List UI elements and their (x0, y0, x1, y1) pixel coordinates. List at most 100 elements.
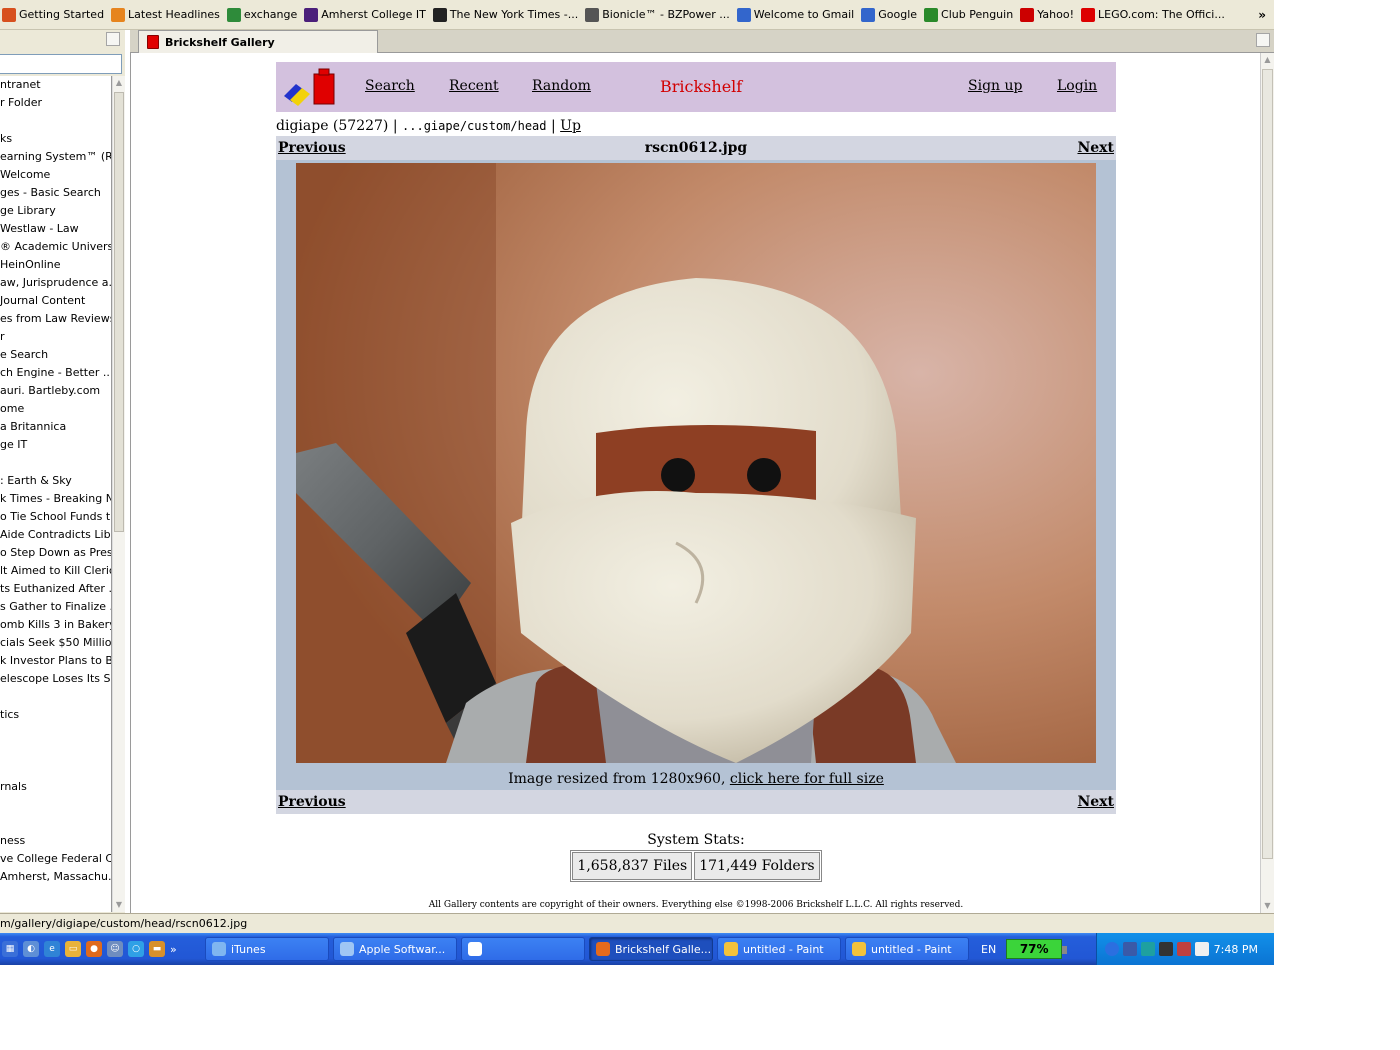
network-icon[interactable] (1123, 942, 1137, 956)
breadcrumb-up-link[interactable]: Up (560, 118, 581, 134)
sidebar-bookmark-item[interactable]: ge Library (0, 202, 111, 220)
bookmark-item[interactable]: Google (859, 4, 922, 26)
battery-meter[interactable]: 77% (1006, 939, 1068, 959)
security-icon[interactable] (1159, 942, 1173, 956)
sidebar-bookmark-item[interactable]: o Step Down as Presi... (0, 544, 111, 562)
scroll-up-arrow-icon[interactable]: ▲ (113, 76, 125, 90)
bookmark-item[interactable]: LEGO.com: The Offici... (1079, 4, 1230, 26)
sidebar-bookmark-item[interactable]: r Folder (0, 94, 111, 112)
taskbar-button[interactable]: untitled - Paint (717, 937, 841, 961)
previous-link-top[interactable]: Previous (278, 136, 346, 160)
sidebar-bookmark-item[interactable]: e Search (0, 346, 111, 364)
sidebar-bookmark-item[interactable]: Amherst, Massachu... (0, 868, 111, 886)
nav-search-link[interactable]: Search (365, 78, 415, 94)
quick-launch-more[interactable]: » (170, 943, 177, 956)
windows-taskbar: ▦ ◐ e ▭ ● ☺ ○ ▬ » iTunes Apple Softwar...… (0, 933, 1274, 965)
taskbar-button[interactable]: Brickshelf Galle... (589, 937, 713, 961)
sidebar-bookmark-item[interactable]: es from Law Reviews (0, 310, 111, 328)
volume-icon[interactable] (1195, 942, 1209, 956)
sidebar-bookmark-item[interactable]: lt Aimed to Kill Cleric... (0, 562, 111, 580)
explorer-folder-icon[interactable]: ▭ (65, 941, 81, 957)
next-link-top[interactable]: Next (1077, 136, 1114, 160)
sidebar-search-input[interactable] (0, 54, 122, 74)
sidebar-bookmark-item[interactable]: ness (0, 832, 111, 850)
taskbar-button[interactable]: Apple Softwar... (333, 937, 457, 961)
sidebar-bookmark-item[interactable]: omb Kills 3 in Bakery... (0, 616, 111, 634)
sidebar-bookmark-item[interactable]: ges - Basic Search (0, 184, 111, 202)
sidebar-bookmark-item[interactable]: : Earth & Sky (0, 472, 111, 490)
sidebar-bookmark-item[interactable]: rnals (0, 778, 111, 796)
windows-media-icon[interactable]: ◐ (23, 941, 39, 957)
bookmark-item[interactable]: The New York Times -... (431, 4, 583, 26)
sidebar-bookmark-item[interactable]: ome (0, 400, 111, 418)
sidebar-bookmark-item[interactable]: s Gather to Finalize ... (0, 598, 111, 616)
language-indicator[interactable]: EN (981, 943, 996, 956)
brickshelf-logo-icon[interactable] (282, 68, 338, 106)
wireless-icon[interactable] (1141, 942, 1155, 956)
sidebar-scrollbar[interactable]: ▲ ▼ (112, 76, 125, 912)
stats-files: 1,658,837 Files (572, 852, 693, 880)
sidebar-bookmark-item[interactable]: ge IT (0, 436, 111, 454)
previous-link-bottom[interactable]: Previous (278, 790, 346, 814)
bookmark-item[interactable]: Welcome to Gmail (735, 4, 859, 26)
scroll-up-arrow-icon[interactable]: ▲ (1261, 53, 1274, 67)
sidebar-bookmark-item[interactable]: HeinOnline (0, 256, 111, 274)
bookmark-item[interactable]: Yahoo! (1018, 4, 1079, 26)
bookmark-label: Club Penguin (941, 8, 1014, 21)
sidebar-bookmark-item[interactable]: Westlaw - Law (0, 220, 111, 238)
next-link-bottom[interactable]: Next (1077, 790, 1114, 814)
taskbar-button[interactable]: iTunes (205, 937, 329, 961)
bookmark-item[interactable]: Amherst College IT (302, 4, 431, 26)
sidebar-bookmark-item[interactable]: o Tie School Funds t... (0, 508, 111, 526)
tray-arrow-icon[interactable] (1105, 942, 1119, 956)
tab-brickshelf-gallery[interactable]: Brickshelf Gallery (138, 30, 378, 53)
sidebar-bookmark-item[interactable]: aw, Jurisprudence a... (0, 274, 111, 292)
sidebar-bookmark-item[interactable]: tics (0, 706, 111, 724)
sidebar-bookmark-item[interactable]: k Investor Plans to B... (0, 652, 111, 670)
full-size-link[interactable]: click here for full size (730, 771, 884, 787)
internet-explorer-icon[interactable]: e (44, 941, 60, 957)
nav-random-link[interactable]: Random (532, 78, 591, 94)
folder-icon[interactable]: ▬ (149, 941, 165, 957)
sidebar-bookmark-item[interactable]: k Times - Breaking N... (0, 490, 111, 508)
content-scrollbar[interactable]: ▲ ▼ (1260, 53, 1274, 913)
sidebar-bookmark-item[interactable]: cials Seek $50 Millio... (0, 634, 111, 652)
sidebar-bookmark-item[interactable]: ® Academic Univers... (0, 238, 111, 256)
messenger-icon[interactable]: ☺ (107, 941, 123, 957)
sidebar-bookmark-item[interactable]: auri. Bartleby.com (0, 382, 111, 400)
bookmark-item[interactable]: Getting Started (0, 4, 109, 26)
sidebar-bookmark-item[interactable]: Aide Contradicts Lib... (0, 526, 111, 544)
content-scroll-thumb[interactable] (1262, 69, 1273, 859)
scroll-down-arrow-icon[interactable]: ▼ (1261, 899, 1274, 913)
sidebar-bookmark-item[interactable]: Journal Content (0, 292, 111, 310)
show-desktop-icon[interactable]: ▦ (2, 941, 18, 957)
bookmark-item[interactable]: exchange (225, 4, 302, 26)
sidebar-bookmark-item[interactable]: ks (0, 130, 111, 148)
taskbar-button[interactable] (461, 937, 585, 961)
sidebar-bookmark-item[interactable]: ch Engine - Better ... (0, 364, 111, 382)
sidebar-bookmark-item[interactable]: Welcome (0, 166, 111, 184)
sidebar-scroll-thumb[interactable] (114, 92, 124, 532)
nav-recent-link[interactable]: Recent (449, 78, 499, 94)
tab-close-button[interactable] (1256, 33, 1270, 47)
bookmark-item[interactable]: Latest Headlines (109, 4, 225, 26)
scroll-down-arrow-icon[interactable]: ▼ (113, 898, 125, 912)
nav-signup-link[interactable]: Sign up (968, 78, 1022, 94)
sidebar-bookmark-item[interactable]: ts Euthanized After ... (0, 580, 111, 598)
sidebar-bookmark-item[interactable]: a Britannica (0, 418, 111, 436)
search-icon[interactable]: ○ (128, 941, 144, 957)
sidebar-bookmark-item[interactable]: ntranet (0, 76, 111, 94)
sidebar-bookmark-item[interactable]: ve College Federal C... (0, 850, 111, 868)
sidebar-close-button[interactable] (106, 32, 120, 46)
sidebar-bookmark-item[interactable]: r (0, 328, 111, 346)
bookmark-item[interactable]: Bionicle™ - BZPower ... (583, 4, 735, 26)
nav-login-link[interactable]: Login (1057, 78, 1097, 94)
bookmarks-overflow-button[interactable]: » (1258, 8, 1274, 22)
taskbar-button[interactable]: untitled - Paint (845, 937, 969, 961)
sidebar-bookmark-item[interactable]: earning System™ (R... (0, 148, 111, 166)
sidebar-bookmark-item[interactable]: elescope Loses Its S... (0, 670, 111, 688)
antivirus-icon[interactable] (1177, 942, 1191, 956)
lego-ninja-photo[interactable] (296, 163, 1096, 763)
bookmark-item[interactable]: Club Penguin (922, 4, 1018, 26)
firefox-icon[interactable]: ● (86, 941, 102, 957)
